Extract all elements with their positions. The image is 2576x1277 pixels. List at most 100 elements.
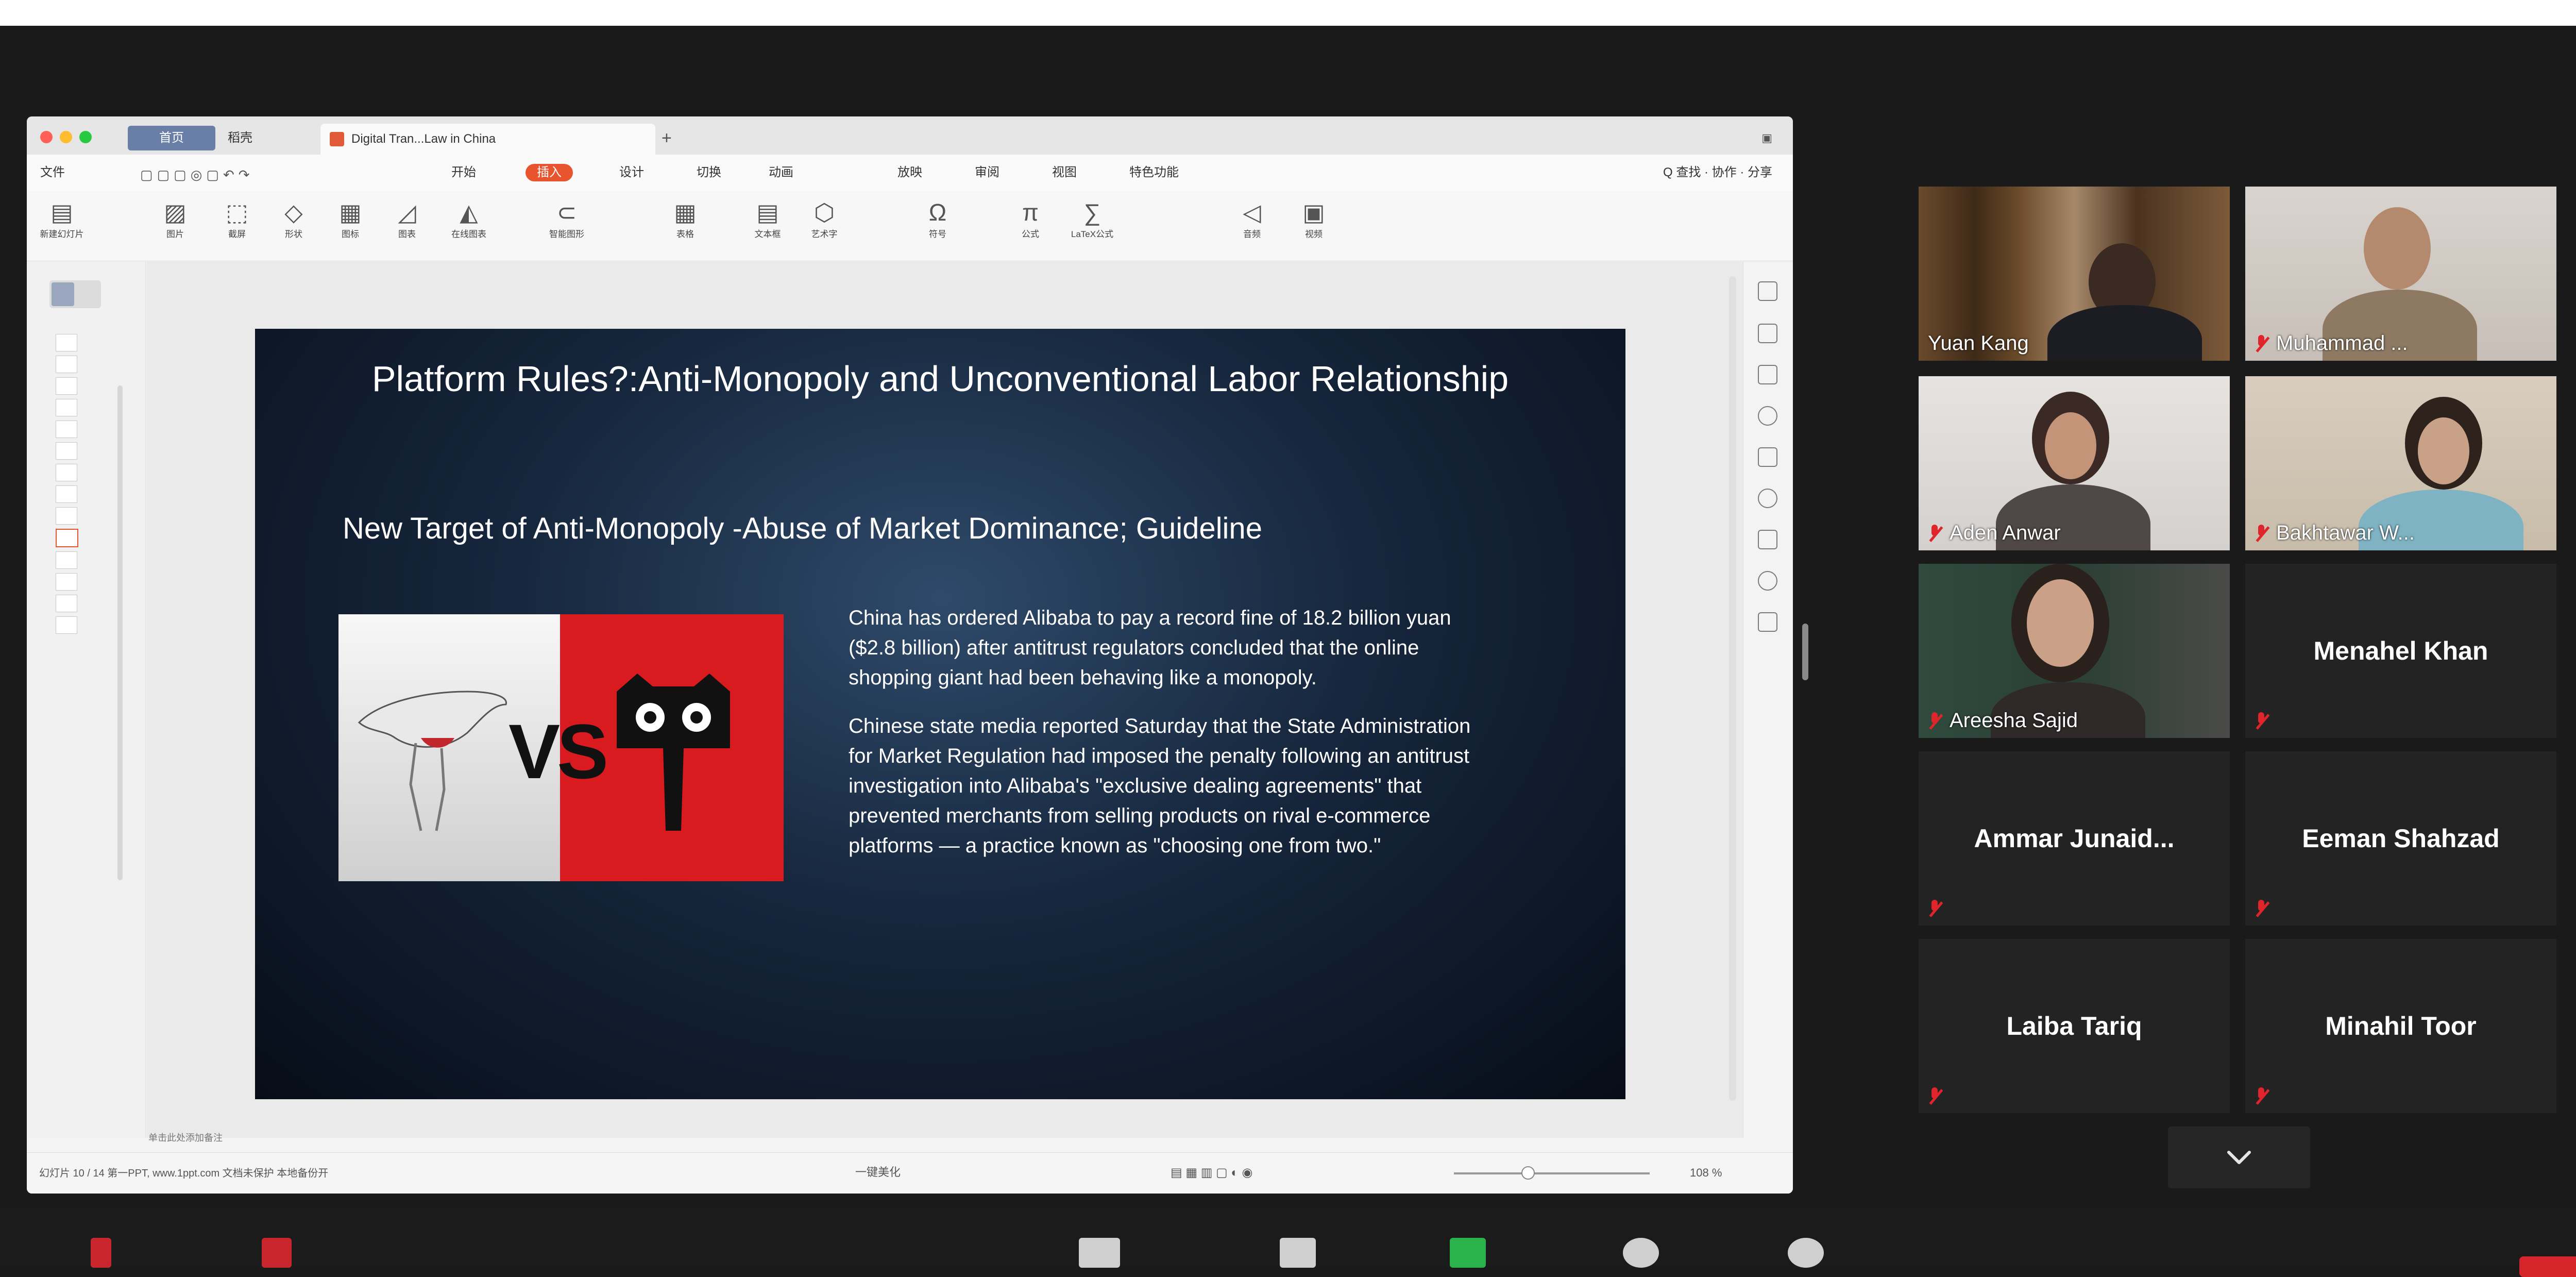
ribbon-picture[interactable]: ▨ 图片 [150, 198, 200, 242]
menu-view[interactable]: 视图 [1052, 164, 1077, 181]
slide-thumbnail[interactable] [56, 356, 77, 373]
slide-thumbnail[interactable] [56, 464, 77, 481]
tab-document[interactable]: Digital Tran...Law in China [320, 124, 655, 155]
slide-thumbnail[interactable] [56, 616, 77, 634]
thumbnail-scrollbar[interactable] [117, 385, 123, 880]
ribbon-equation[interactable]: π 公式 [1006, 198, 1055, 242]
maximize-window-icon[interactable] [79, 131, 92, 143]
ribbon-symbol[interactable]: Ω 符号 [913, 198, 962, 242]
menu-review[interactable]: 审阅 [975, 164, 999, 181]
settings-tool-icon[interactable] [1758, 406, 1777, 426]
participant-tile-eeman-shahzad[interactable]: Eeman Shahzad [2245, 751, 2556, 926]
participant-tile-menahel-khan[interactable]: Menahel Khan [2245, 564, 2556, 738]
participant-tile-aden-anwar[interactable]: Aden Anwar [1919, 376, 2230, 550]
slide-thumbnail[interactable] [56, 334, 77, 351]
zoom-slider-knob[interactable] [1521, 1166, 1535, 1180]
ribbon-textbox[interactable]: ▤ 文本框 [743, 198, 792, 242]
app-tab-bar: 首页 稻壳 Digital Tran...Law in China + ▣ [27, 116, 1793, 155]
menu-home[interactable]: 开始 [451, 164, 476, 181]
menu-special-features[interactable]: 特色功能 [1129, 164, 1179, 181]
ribbon-table[interactable]: ▦ 表格 [660, 198, 710, 242]
view-mode-icons[interactable]: ▤ ▦ ▥ ▢ ◐ ◉ [1171, 1164, 1252, 1182]
slide-thumbnail[interactable] [56, 551, 77, 569]
symbol-icon: Ω [928, 199, 947, 226]
participant-tile-areesha-sajid[interactable]: Areesha Sajid [1919, 564, 2230, 738]
zoom-value[interactable]: 108 % [1690, 1164, 1722, 1182]
canvas-scrollbar[interactable] [1729, 276, 1736, 1101]
participant-tile-bakhtawar[interactable]: Bakhtawar W... [2245, 376, 2556, 550]
box-tool-icon[interactable] [1758, 447, 1777, 467]
star-tool-icon[interactable] [1758, 489, 1777, 508]
participant-name: Muhammad ... [2276, 332, 2408, 355]
menu-file[interactable]: 文件 [40, 164, 65, 181]
slide-thumbnail-pane [27, 262, 146, 1138]
participant-head [2364, 207, 2431, 290]
layout-tool-icon[interactable] [1758, 281, 1777, 301]
ribbon-audio[interactable]: ◁ 音频 [1227, 198, 1277, 242]
close-window-icon[interactable] [40, 131, 53, 143]
ribbon-icons[interactable]: ▦ 图标 [326, 198, 375, 242]
minimize-window-icon[interactable] [60, 131, 72, 143]
reactions-icon[interactable] [1788, 1238, 1824, 1268]
slide-thumbnail[interactable] [56, 529, 78, 547]
menu-animations[interactable]: 动画 [769, 164, 793, 181]
split-view-divider[interactable] [1802, 624, 1808, 680]
share-screen-icon[interactable] [1450, 1238, 1486, 1268]
tab-home[interactable]: 首页 [128, 126, 215, 150]
slide-thumbnail[interactable] [56, 573, 77, 591]
current-slide[interactable]: Platform Rules?:Anti-Monopoly and Unconv… [255, 329, 1625, 1099]
clock-tool-icon[interactable] [1758, 571, 1777, 591]
ribbon-video[interactable]: ▣ 视频 [1289, 198, 1338, 242]
chart-icon: ◿ [398, 199, 416, 226]
new-tab-plus-icon[interactable]: + [662, 126, 672, 150]
window-controls-icon[interactable]: ▣ [1761, 128, 1772, 148]
participant-tile-yuan-kang[interactable]: Yuan Kang [1919, 187, 2230, 361]
gallery-next-page-button[interactable] [2168, 1127, 2310, 1188]
mute-microphone-icon[interactable] [91, 1238, 111, 1268]
menu-design[interactable]: 设计 [619, 164, 644, 181]
participant-tile-ammar-junaid[interactable]: Ammar Junaid... [1919, 751, 2230, 926]
tab-docer[interactable]: 稻壳 [228, 128, 252, 148]
thumbnail-view-icon[interactable] [52, 282, 74, 306]
stop-video-icon[interactable] [262, 1238, 292, 1268]
copy-tool-icon[interactable] [1758, 324, 1777, 343]
slide-thumbnail[interactable] [56, 595, 77, 612]
chat-icon[interactable] [1280, 1238, 1316, 1268]
beautify-button[interactable]: 一键美化 [855, 1164, 901, 1181]
participant-tile-muhammad[interactable]: Muhammad ... [2245, 187, 2556, 361]
ribbon-smart-graphic[interactable]: ⊂ 智能图形 [542, 198, 591, 242]
quick-access-icons[interactable]: ▢▢▢◎▢↶↷ [140, 167, 254, 183]
participant-name: Areesha Sajid [1950, 709, 2078, 732]
slide-thumbnail[interactable] [56, 485, 77, 503]
export-tool-icon[interactable] [1758, 612, 1777, 632]
slide-thumbnail[interactable] [56, 399, 77, 416]
menu-insert[interactable]: 插入 [526, 164, 573, 181]
clear-tool-icon[interactable] [1758, 365, 1777, 384]
transition-tool-icon[interactable] [1758, 530, 1777, 549]
ribbon-shapes[interactable]: ◇ 形状 [269, 198, 318, 242]
speaker-notes-placeholder[interactable]: 单击此处添加备注 [148, 1131, 223, 1144]
menu-slideshow[interactable]: 放映 [897, 164, 922, 181]
ribbon-new-slide[interactable]: ▤ 新建幻灯片 [37, 198, 87, 242]
zoom-slider[interactable] [1454, 1172, 1650, 1174]
record-icon[interactable] [1623, 1238, 1659, 1268]
menu-search-share[interactable]: Q 查找 · 协作 · 分享 [1663, 164, 1772, 181]
ribbon-latex[interactable]: ∑ LaTeX公式 [1067, 198, 1117, 242]
participant-name: Menahel Khan [2313, 636, 2488, 665]
end-meeting-button[interactable] [2519, 1256, 2576, 1277]
ribbon-online-chart[interactable]: ◭ 在线图表 [444, 198, 494, 242]
slide-thumbnail[interactable] [56, 507, 77, 525]
mic-muted-icon [2253, 525, 2269, 543]
participant-tile-minahil-toor[interactable]: Minahil Toor [2245, 939, 2556, 1113]
mic-muted-icon [1927, 1087, 1942, 1106]
slide-thumbnail[interactable] [56, 377, 77, 395]
slide-thumbnail[interactable] [56, 442, 77, 460]
ribbon-screenshot[interactable]: ⬚ 截屏 [212, 198, 262, 242]
participant-tile-laiba-tariq[interactable]: Laiba Tariq [1919, 939, 2230, 1113]
ribbon-chart[interactable]: ◿ 图表 [382, 198, 432, 242]
slide-thumbnail[interactable] [56, 421, 77, 438]
meeting-control-bar [0, 1209, 2576, 1277]
participants-icon[interactable] [1079, 1238, 1120, 1268]
ribbon-wordart[interactable]: ⬡ 艺术字 [800, 198, 849, 242]
menu-transitions[interactable]: 切换 [697, 164, 721, 181]
